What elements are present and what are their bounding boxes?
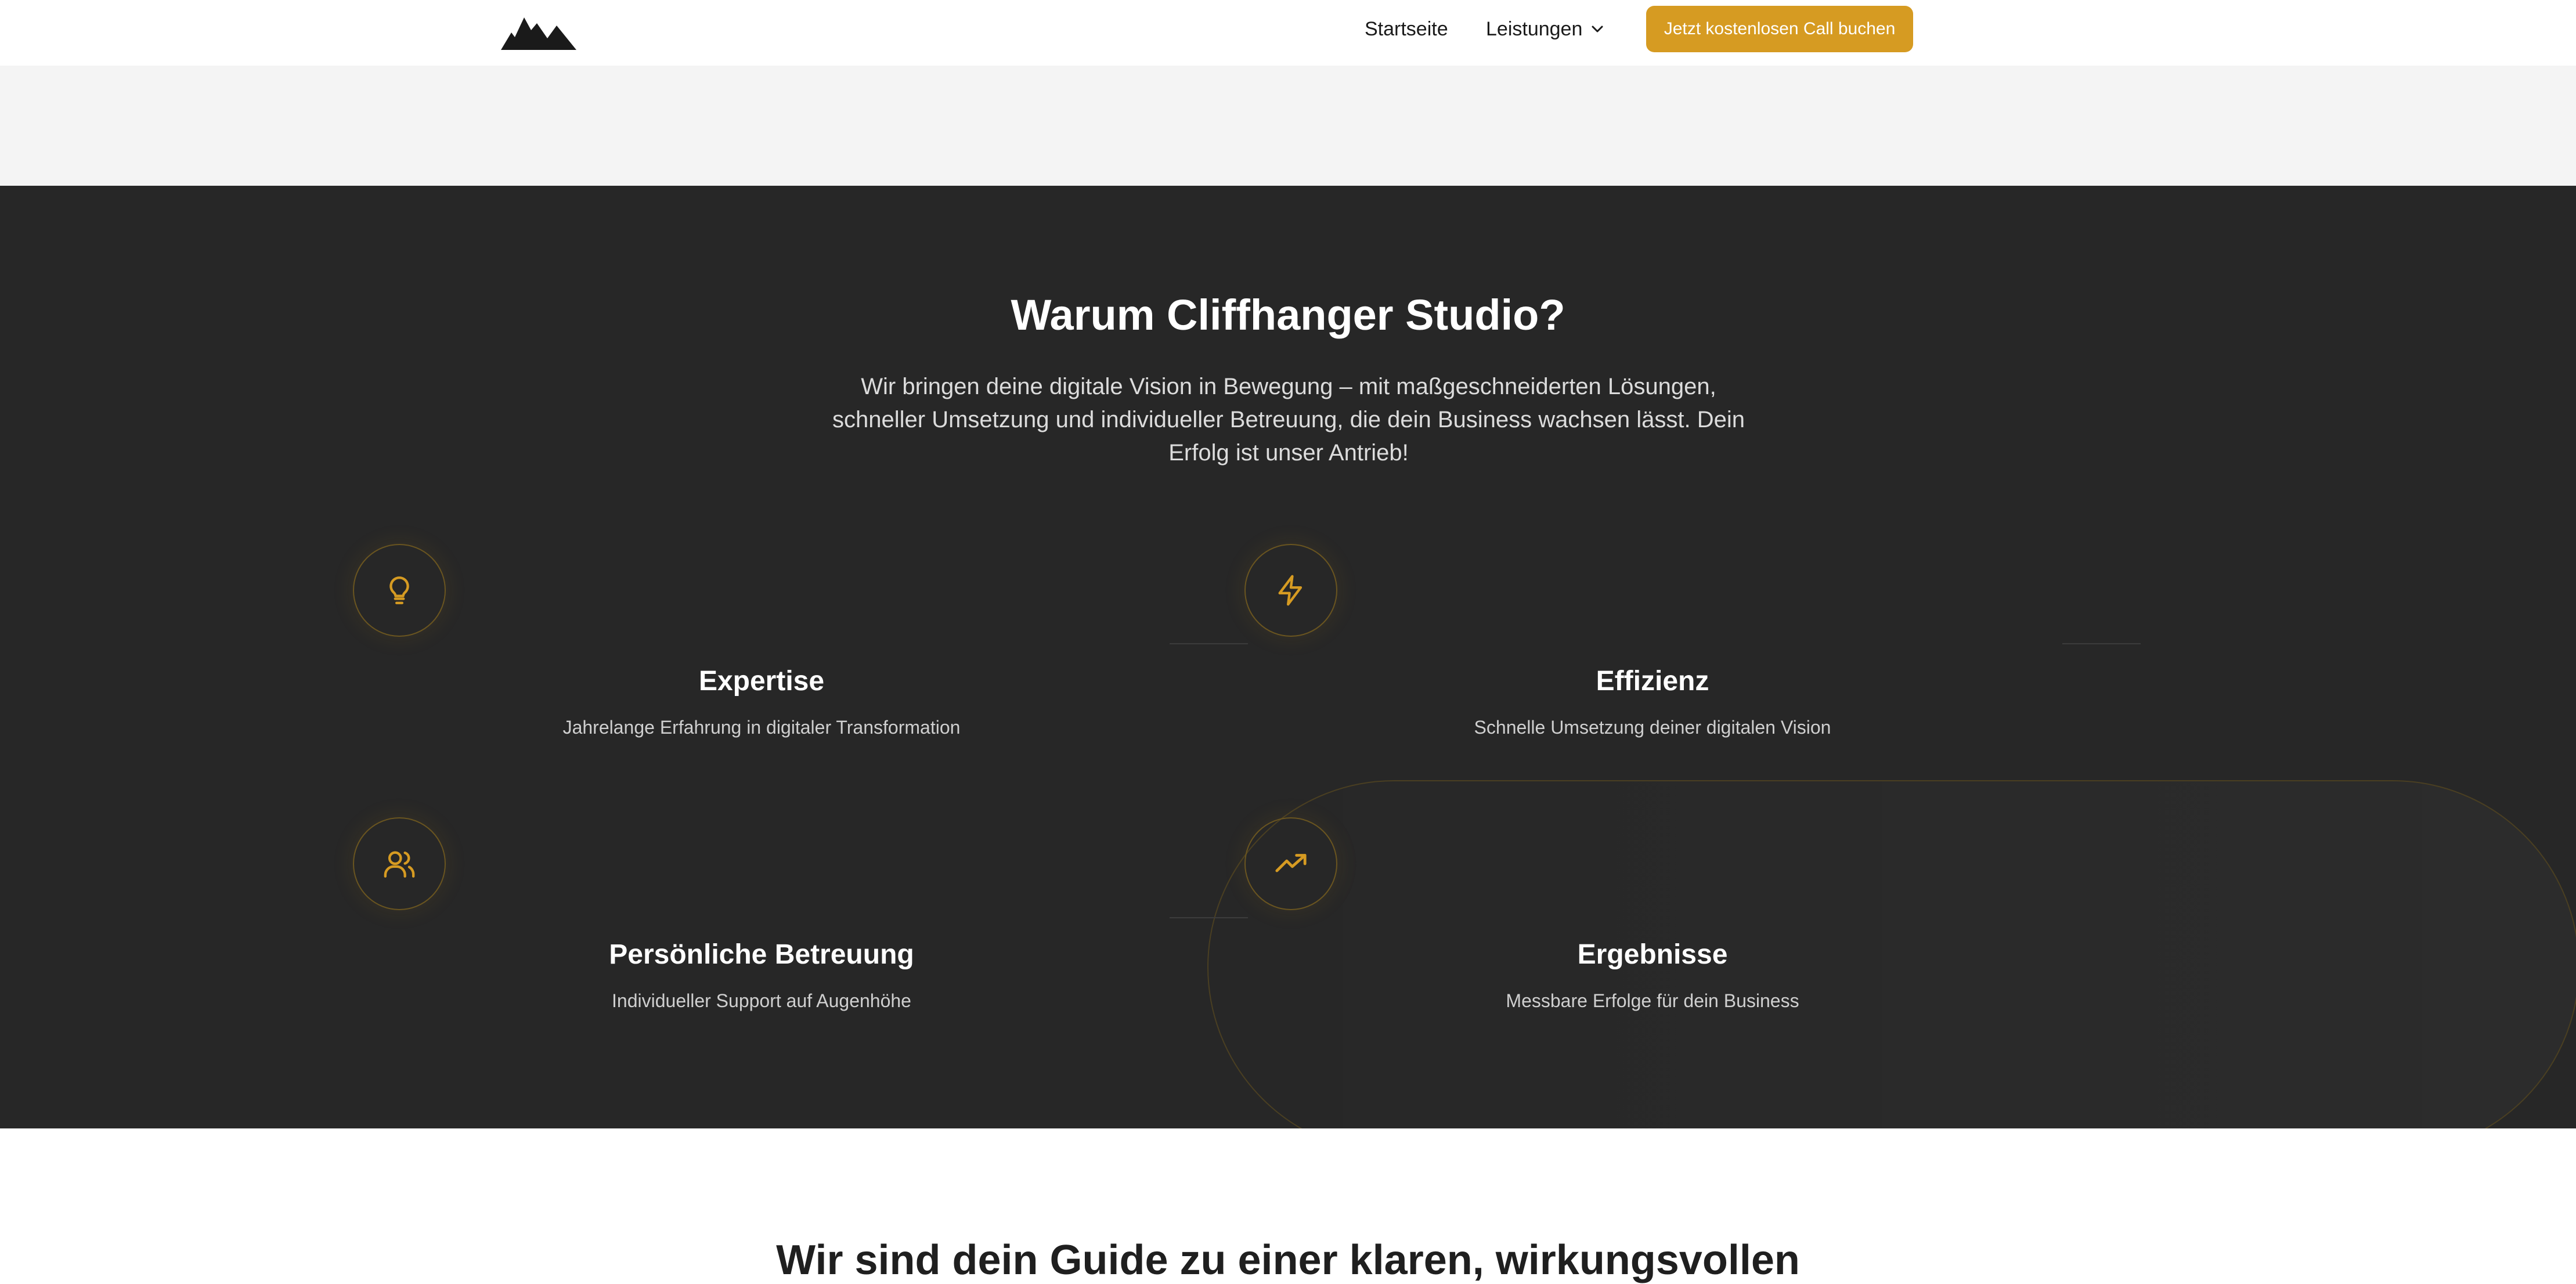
book-call-button[interactable]: Jetzt kostenlosen Call buchen <box>1646 6 1913 52</box>
next-section-title: Wir sind dein Guide zu einer klaren, wir… <box>776 1237 1800 1283</box>
nav-startseite[interactable]: Startseite <box>1365 16 1448 42</box>
divider-line <box>1170 917 1248 918</box>
feature-icon-ring <box>1244 544 1337 637</box>
divider-line <box>1170 643 1248 644</box>
feature-description: Jahrelange Erfahrung in digitaler Transf… <box>562 717 961 738</box>
feature-icon-ring <box>353 817 446 910</box>
feature-title: Persönliche Betreuung <box>609 939 914 970</box>
feature-description: Individueller Support auf Augenhöhe <box>612 990 911 1011</box>
users-icon <box>384 851 415 878</box>
mountain-logo-icon[interactable] <box>501 10 576 50</box>
feature-description: Schnelle Umsetzung deiner digitalen Visi… <box>1474 717 1831 738</box>
why-section: Warum Cliffhanger Studio? Wir bringen de… <box>0 186 2576 1128</box>
feature-title: Ergebnisse <box>1577 939 1728 970</box>
feature-icon-ring <box>1244 817 1337 910</box>
trending-up-icon <box>1275 854 1307 872</box>
feature-title: Expertise <box>698 666 825 697</box>
hero-bottom-band <box>0 66 2576 186</box>
lightning-icon <box>1278 575 1303 606</box>
section-lead: Wir bringen deine digitale Vision in Bew… <box>832 374 1745 466</box>
feature-description: Messbare Erfolge für dein Business <box>1506 990 1799 1011</box>
site-header: Startseite Leistungen Jetzt kostenlosen … <box>0 0 2576 66</box>
feature-title: Effizienz <box>1596 666 1709 697</box>
nav-leistungen[interactable]: Leistungen <box>1486 16 1582 42</box>
divider-line <box>2062 643 2141 644</box>
chevron-down-icon[interactable] <box>1590 23 1605 35</box>
lightbulb-icon <box>389 576 409 604</box>
section-title: Warum Cliffhanger Studio? <box>1011 291 1565 339</box>
feature-icon-ring <box>353 544 446 637</box>
